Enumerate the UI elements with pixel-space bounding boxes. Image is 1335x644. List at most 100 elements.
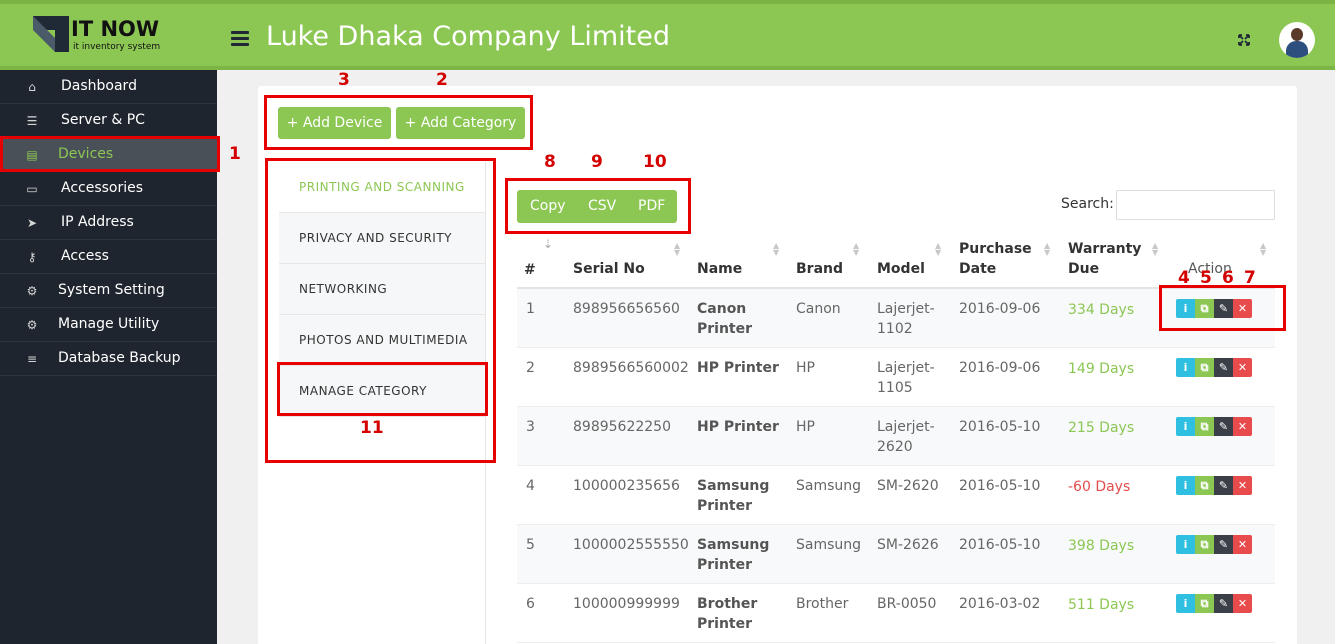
hamburger-menu-icon[interactable] — [231, 31, 249, 47]
table-row[interactable]: 5 1000002555550 Samsung Printer Samsung SM-26… — [517, 525, 1275, 584]
edit-pencil-icon[interactable]: ✎ — [1214, 417, 1233, 436]
fullscreen-icon[interactable] — [1237, 33, 1251, 47]
info-icon[interactable]: i — [1176, 417, 1195, 436]
table-row[interactable]: 3 89895622250 HP Printer HP Lajerjet- 2620 201… — [517, 407, 1275, 466]
cell-serial: 100000999999 — [573, 596, 680, 612]
table-row[interactable]: 2 8989566560002 HP Printer HP Lajerjet- 1105 2… — [517, 348, 1275, 407]
cell-warranty-due: 398 Days — [1068, 538, 1135, 554]
gears-icon: ⚙ — [26, 318, 38, 332]
col-header-due: Due — [1068, 261, 1100, 277]
info-icon[interactable]: i — [1176, 358, 1195, 377]
sidebar-item-access[interactable]: ⚷ Access — [0, 240, 217, 274]
brand-title: IT NOW — [71, 17, 160, 41]
search-label: Search: — [1061, 196, 1114, 212]
annotation-number: 1 — [229, 144, 241, 164]
annotation-number: 8 — [544, 152, 556, 172]
col-header-warranty[interactable]: Warranty — [1068, 239, 1141, 259]
cell-brand: Samsung — [796, 537, 862, 553]
edit-pencil-icon[interactable]: ✎ — [1214, 476, 1233, 495]
sidebar-item-label: Database Backup — [58, 350, 181, 366]
duplicate-icon[interactable]: ⧉ — [1195, 476, 1214, 495]
annotation-number: 10 — [643, 152, 667, 172]
sort-icon[interactable]: ▲ ▼ — [1260, 242, 1266, 257]
search-input[interactable] — [1116, 190, 1275, 220]
col-header-brand[interactable]: Brand — [796, 259, 843, 279]
delete-x-icon[interactable]: ✕ — [1233, 535, 1252, 554]
cell-purchase-date: 2016-05-10 — [959, 537, 1041, 553]
sidebar-item-ip-address[interactable]: ➤ IP Address — [0, 206, 217, 240]
sidebar-item-database-backup[interactable]: ≡ Database Backup — [0, 342, 217, 376]
row-actions: i ⧉ ✎ ✕ — [1176, 535, 1252, 554]
sort-active-icon[interactable]: ⇣ — [543, 238, 553, 250]
app-logo[interactable]: IT NOW it inventory system — [33, 16, 173, 56]
col-header-date: Date — [959, 261, 997, 277]
sidebar-item-manage-utility[interactable]: ⚙ Manage Utility — [0, 308, 217, 342]
row-actions: i ⧉ ✎ ✕ — [1176, 476, 1252, 495]
cell-serial: 8989566560002 — [573, 360, 689, 376]
annotation-number: 7 — [1244, 268, 1256, 288]
cell-name: HP Printer — [697, 419, 779, 435]
table-row[interactable]: 4 100000235656 Samsung Printer Samsung SM-262… — [517, 466, 1275, 525]
sidebar-item-dashboard[interactable]: ⌂ Dashboard — [0, 70, 217, 104]
cell-purchase-date: 2016-05-10 — [959, 419, 1041, 435]
table-row[interactable]: 6 100000999999 Brother Printer Brother BR-005… — [517, 584, 1275, 643]
annotation-box — [264, 95, 533, 150]
sidebar-item-accessories[interactable]: ▭ Accessories — [0, 172, 217, 206]
logo-mark-icon — [33, 16, 69, 52]
annotation-number: 11 — [360, 418, 384, 438]
duplicate-icon[interactable]: ⧉ — [1195, 417, 1214, 436]
sidebar-item-server-pc[interactable]: ☰ Server & PC — [0, 104, 217, 138]
info-icon[interactable]: i — [1176, 476, 1195, 495]
info-icon[interactable]: i — [1176, 535, 1195, 554]
col-header-name[interactable]: Name — [697, 259, 742, 279]
cell-serial: 89895622250 — [573, 419, 671, 435]
cell-serial: 1000002555550 — [573, 537, 689, 553]
cell-name: Brother Printer — [697, 596, 758, 632]
cell-name: Canon Printer — [697, 301, 753, 337]
sort-icon[interactable]: ▲ ▼ — [853, 242, 859, 257]
delete-x-icon[interactable]: ✕ — [1233, 594, 1252, 613]
cell-number: 2 — [526, 360, 535, 376]
cell-serial: 898956656560 — [573, 301, 680, 317]
sidebar-item-system-setting[interactable]: ⚙ System Setting — [0, 274, 217, 308]
duplicate-icon[interactable]: ⧉ — [1195, 358, 1214, 377]
user-avatar[interactable] — [1279, 22, 1315, 58]
cell-purchase-date: 2016-03-02 — [959, 596, 1041, 612]
page-title: Luke Dhaka Company Limited — [266, 21, 670, 52]
delete-x-icon[interactable]: ✕ — [1233, 476, 1252, 495]
info-icon[interactable]: i — [1176, 594, 1195, 613]
annotation-box — [505, 178, 691, 234]
sort-icon[interactable]: ▲ ▼ — [1152, 242, 1158, 257]
cell-model: SM-2620 — [877, 478, 939, 494]
col-header-number[interactable]: # — [524, 260, 536, 280]
duplicate-icon[interactable]: ⧉ — [1195, 535, 1214, 554]
delete-x-icon[interactable]: ✕ — [1233, 358, 1252, 377]
cell-name: HP Printer — [697, 360, 779, 376]
annotation-box — [1159, 285, 1286, 331]
edit-pencil-icon[interactable]: ✎ — [1214, 358, 1233, 377]
row-actions: i ⧉ ✎ ✕ — [1176, 417, 1252, 436]
cell-name: Samsung Printer — [697, 537, 770, 573]
edit-pencil-icon[interactable]: ✎ — [1214, 535, 1233, 554]
sort-icon[interactable]: ▲ ▼ — [773, 242, 779, 257]
duplicate-icon[interactable]: ⧉ — [1195, 594, 1214, 613]
cell-model: Lajerjet- 1105 — [877, 360, 935, 396]
cell-warranty-due: 149 Days — [1068, 361, 1135, 377]
sort-icon[interactable]: ▲ ▼ — [935, 242, 941, 257]
delete-x-icon[interactable]: ✕ — [1233, 417, 1252, 436]
cell-brand: Canon — [796, 301, 841, 317]
col-header-model[interactable]: Model — [877, 259, 925, 279]
sort-icon[interactable]: ▲ ▼ — [1044, 242, 1050, 257]
cell-serial: 100000235656 — [573, 478, 680, 494]
col-header-serial[interactable]: Serial No — [573, 259, 645, 279]
sidebar-item-label: Access — [61, 248, 109, 264]
row-actions: i ⧉ ✎ ✕ — [1176, 358, 1252, 377]
edit-pencil-icon[interactable]: ✎ — [1214, 594, 1233, 613]
col-header-purchase[interactable]: Purchase — [959, 239, 1032, 259]
cell-purchase-date: 2016-09-06 — [959, 360, 1041, 376]
key-icon: ⚷ — [27, 250, 37, 264]
database-icon: ≡ — [26, 352, 38, 366]
top-header: IT NOW it inventory system Luke Dhaka Co… — [0, 0, 1335, 70]
sidebar-item-label: Accessories — [61, 180, 144, 196]
sort-icon[interactable]: ▲ ▼ — [674, 242, 680, 257]
